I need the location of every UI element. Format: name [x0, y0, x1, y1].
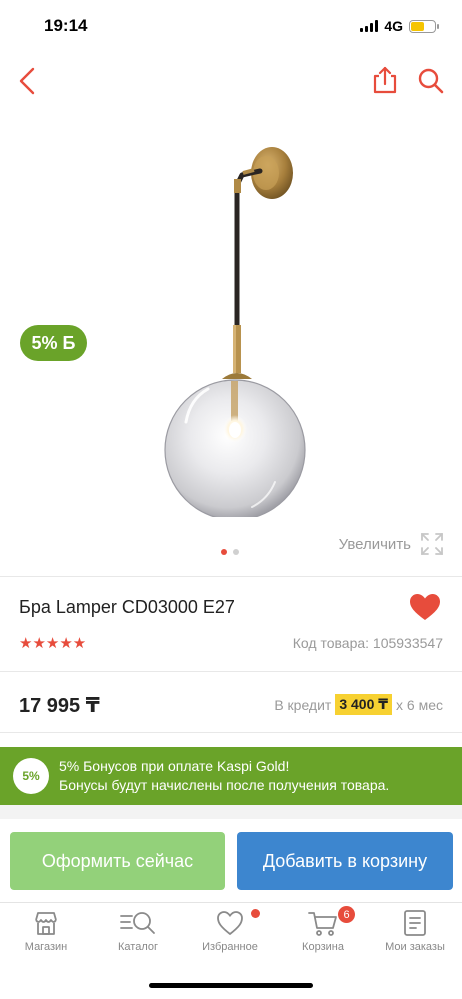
gallery-pagination [221, 549, 239, 555]
promo-badge: 5% [13, 758, 49, 794]
credit-prefix: В кредит [274, 696, 332, 713]
bonus-badge: 5% Б [20, 325, 87, 361]
cart-icon [308, 912, 337, 936]
zoom-button[interactable]: Увеличить [339, 532, 444, 556]
promo-line-2: Бонусы будут начислены после получения т… [59, 777, 390, 793]
battery-icon [409, 19, 439, 33]
credit-offer[interactable]: В кредит 3 400 ₸ х 6 мес [274, 694, 443, 715]
pagination-dot[interactable] [233, 549, 239, 555]
share-button[interactable] [368, 62, 402, 98]
network-label: 4G [384, 18, 403, 34]
expand-icon [421, 533, 443, 555]
notification-dot [251, 909, 260, 918]
tab-orders[interactable]: Мои заказы [369, 909, 461, 953]
credit-term: х 6 мес [396, 696, 443, 713]
product-sku: Код товара: 105933547 [292, 635, 443, 651]
home-indicator[interactable] [149, 983, 313, 988]
tab-label: Избранное [202, 941, 258, 953]
status-indicators: 4G [360, 18, 439, 34]
status-time: 19:14 [44, 16, 88, 35]
rating-stars[interactable]: ★★★★★ [19, 634, 86, 652]
product-gallery[interactable]: 5% Б Увеличить [0, 112, 462, 572]
credit-monthly-amount: 3 400 ₸ [335, 694, 393, 715]
signal-icon [360, 20, 379, 32]
favorite-heart-icon[interactable] [408, 592, 442, 622]
top-nav [0, 52, 462, 112]
kaspi-gold-promo-banner[interactable]: 5% 5% Бонусов при оплате Kaspi Gold! Бон… [0, 747, 462, 805]
tab-label: Каталог [118, 941, 158, 953]
status-bar: 19:14 4G [0, 0, 462, 52]
share-icon [373, 66, 397, 94]
divider [0, 576, 462, 577]
catalog-icon [120, 912, 155, 934]
divider [0, 732, 462, 733]
chevron-left-icon [19, 67, 35, 95]
product-image [164, 147, 306, 517]
divider [0, 671, 462, 672]
buy-now-button[interactable]: Оформить сейчас [10, 832, 225, 890]
tab-shop[interactable]: Магазин [0, 909, 92, 953]
tab-label: Мои заказы [385, 941, 445, 953]
back-button[interactable] [10, 64, 44, 98]
tab-catalog[interactable]: Каталог [92, 909, 184, 953]
search-button[interactable] [414, 64, 448, 98]
orders-icon [404, 910, 426, 936]
pagination-dot-active[interactable] [221, 549, 227, 555]
shop-icon [35, 912, 57, 935]
tab-favorites[interactable]: Избранное [184, 909, 276, 953]
zoom-label: Увеличить [338, 535, 411, 553]
search-icon [418, 68, 444, 94]
bottom-tab-bar: Магазин Каталог Избранное Корзина 6 Мои … [0, 902, 462, 970]
promo-line-1: 5% Бонусов при оплате Kaspi Gold! [59, 758, 290, 774]
add-to-cart-button[interactable]: Добавить в корзину [237, 832, 453, 890]
product-title: Бра Lamper CD03000 E27 [19, 597, 235, 617]
tab-cart[interactable]: Корзина 6 [277, 906, 369, 953]
product-price: 17 995 ₸ [19, 695, 100, 717]
section-separator [0, 805, 462, 819]
heart-icon [217, 911, 243, 935]
tab-label: Магазин [24, 941, 68, 953]
tab-label: Корзина [302, 941, 344, 953]
cart-count-badge: 6 [338, 906, 355, 923]
